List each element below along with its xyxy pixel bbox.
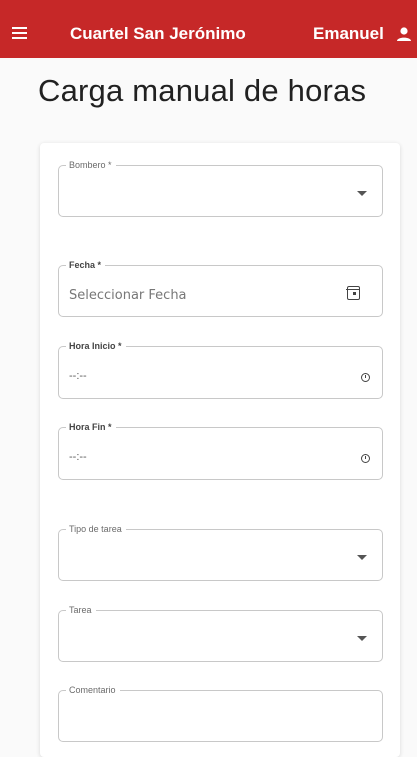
page-title: Carga manual de horas (38, 73, 367, 108)
hora-inicio-label: Hora Inicio * (66, 340, 126, 352)
fecha-label: Fecha * (66, 259, 106, 271)
tarea-select[interactable]: Tarea (58, 604, 383, 662)
tipo-tarea-label: Tipo de tarea (66, 523, 126, 535)
bombero-label: Bombero * (66, 159, 116, 171)
comentario-textarea[interactable]: Comentario (58, 684, 383, 742)
hamburger-menu-icon[interactable] (12, 27, 27, 39)
fecha-input[interactable]: Fecha * Seleccionar Fecha (58, 259, 383, 317)
person-icon[interactable] (396, 27, 412, 41)
comentario-label: Comentario (66, 684, 120, 696)
app-title: Cuartel San Jerónimo (70, 24, 246, 43)
bombero-select[interactable]: Bombero * (58, 159, 383, 217)
top-app-bar: Cuartel San Jerónimo Emanuel (0, 0, 417, 58)
clock-icon[interactable] (361, 454, 370, 463)
fecha-placeholder: Seleccionar Fecha (69, 288, 187, 303)
calendar-icon[interactable] (346, 286, 360, 300)
hora-fin-input[interactable]: Hora Fin * --:-- (58, 421, 383, 480)
chevron-down-icon (357, 636, 367, 641)
tipo-tarea-select[interactable]: Tipo de tarea (58, 523, 383, 581)
chevron-down-icon (357, 191, 367, 196)
clock-icon[interactable] (361, 373, 370, 382)
chevron-down-icon (357, 555, 367, 560)
hora-inicio-value: --:-- (69, 370, 87, 382)
hora-fin-label: Hora Fin * (66, 421, 116, 433)
hora-inicio-input[interactable]: Hora Inicio * --:-- (58, 340, 383, 399)
tarea-label: Tarea (66, 604, 96, 616)
hora-fin-value: --:-- (69, 451, 87, 463)
user-name[interactable]: Emanuel (313, 24, 384, 44)
